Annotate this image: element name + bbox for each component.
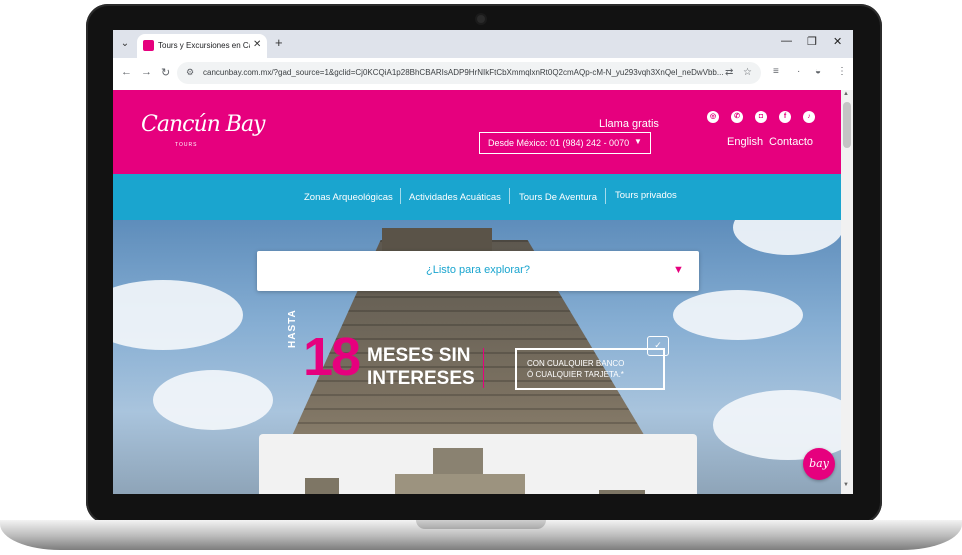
minimize-button[interactable]: — bbox=[781, 35, 792, 47]
ruin-image bbox=[599, 490, 645, 494]
tab-search-button[interactable]: ⌄ bbox=[117, 36, 133, 52]
promo-main-text: MESES SIN INTERESES bbox=[367, 345, 475, 389]
site-header: Cancún Bay TOURS Llama gratis Desde Méxi… bbox=[113, 90, 841, 174]
tab-bar: ⌄ Tours y Excursiones en Cancun ✕ + — ❐ … bbox=[113, 30, 853, 58]
close-window-button[interactable]: ✕ bbox=[833, 35, 842, 48]
extensions-icon[interactable]: · bbox=[797, 66, 800, 77]
ruin-image bbox=[305, 478, 339, 494]
tab-close-icon[interactable]: ✕ bbox=[253, 39, 261, 50]
cloud bbox=[153, 370, 273, 430]
chat-button[interactable]: bay bbox=[803, 448, 835, 480]
whatsapp-icon[interactable]: ✆ bbox=[731, 111, 743, 123]
translate-icon[interactable]: ⇄ bbox=[725, 67, 733, 78]
bookmark-star-icon[interactable]: ☆ bbox=[743, 67, 752, 78]
explore-dropdown[interactable]: ¿Listo para explorar? ▼ bbox=[257, 251, 699, 291]
facebook-icon[interactable]: f bbox=[779, 111, 791, 123]
website: Cancún Bay TOURS Llama gratis Desde Méxi… bbox=[113, 90, 841, 494]
tiktok-icon[interactable]: ♪ bbox=[803, 111, 815, 123]
back-button[interactable]: ← bbox=[121, 66, 132, 78]
forward-button[interactable]: → bbox=[141, 66, 152, 78]
nav-divider bbox=[605, 188, 606, 204]
logo-subtext: TOURS bbox=[175, 142, 198, 148]
credit-card-check-icon: ✓ bbox=[647, 336, 669, 356]
menu-icon[interactable]: ⋮ bbox=[837, 66, 847, 77]
caret-down-icon: ▼ bbox=[673, 264, 684, 276]
tab-title: Tours y Excursiones en Cancun bbox=[158, 41, 250, 50]
nav-item-acuaticas[interactable]: Actividades Acuáticas bbox=[409, 192, 501, 203]
favicon-icon bbox=[143, 40, 154, 51]
page-scrollbar[interactable]: ▲ ▼ bbox=[841, 90, 853, 494]
content-card bbox=[259, 434, 697, 494]
phone-select[interactable]: Desde México: 01 (984) 242 - 0070 ▼ bbox=[479, 132, 651, 154]
webcam bbox=[477, 15, 485, 23]
site-info-icon[interactable]: ⚙ bbox=[186, 67, 194, 78]
promo-hasta: HASTA bbox=[287, 309, 298, 348]
cloud bbox=[113, 280, 243, 350]
hero-banner: ¿Listo para explorar? ▼ HASTA 18 MESES S… bbox=[113, 220, 841, 494]
laptop-notch bbox=[416, 520, 546, 529]
nav-divider bbox=[509, 188, 510, 204]
browser-toolbar: ← → ↻ ⚙ cancunbay.com.mx/?gad_source=1&g… bbox=[113, 58, 853, 90]
scroll-up-icon[interactable]: ▲ bbox=[843, 91, 849, 97]
main-nav: Zonas Arqueológicas Actividades Acuática… bbox=[113, 174, 841, 220]
promo-card-box: CON CUALQUIER BANCO Ó CUALQUIER TARJETA.… bbox=[515, 348, 665, 390]
tripadvisor-icon[interactable]: ◎ bbox=[707, 111, 719, 123]
ruin-image bbox=[395, 474, 525, 494]
url-text[interactable]: cancunbay.com.mx/?gad_source=1&gclid=Cj0… bbox=[203, 67, 723, 79]
logo-text: Cancún Bay bbox=[141, 112, 265, 137]
new-tab-button[interactable]: + bbox=[275, 36, 283, 50]
active-tab[interactable]: Tours y Excursiones en Cancun ✕ bbox=[137, 34, 267, 58]
nav-item-zonas[interactable]: Zonas Arqueológicas bbox=[304, 192, 393, 203]
reload-button[interactable]: ↻ bbox=[161, 66, 170, 79]
profile-icon[interactable]: ◒ bbox=[815, 66, 821, 77]
contact-link[interactable]: Contacto bbox=[769, 136, 813, 148]
language-link[interactable]: English bbox=[727, 136, 763, 148]
chevron-down-icon: ▼ bbox=[634, 137, 642, 146]
promo-divider bbox=[483, 348, 484, 388]
promo-card-text: CON CUALQUIER BANCO Ó CUALQUIER TARJETA.… bbox=[527, 359, 625, 379]
call-label: Llama gratis bbox=[599, 118, 659, 130]
browser-window: ⌄ Tours y Excursiones en Cancun ✕ + — ❐ … bbox=[113, 30, 853, 494]
phone-text: Desde México: 01 (984) 242 - 0070 bbox=[488, 138, 630, 148]
scroll-down-icon[interactable]: ▼ bbox=[843, 482, 849, 488]
promo-number: 18 bbox=[303, 327, 361, 387]
instagram-icon[interactable]: ◘ bbox=[755, 111, 767, 123]
scroll-thumb[interactable] bbox=[843, 102, 851, 148]
address-bar[interactable]: ⚙ cancunbay.com.mx/?gad_source=1&gclid=C… bbox=[177, 62, 761, 84]
explore-label: ¿Listo para explorar? bbox=[426, 264, 530, 276]
restore-button[interactable]: ❐ bbox=[807, 35, 817, 48]
site-logo[interactable]: Cancún Bay TOURS bbox=[141, 108, 265, 154]
nav-divider bbox=[400, 188, 401, 204]
nav-item-privados[interactable]: Tours privados bbox=[615, 190, 677, 201]
media-controls-icon[interactable]: ≡ bbox=[773, 66, 779, 77]
cloud bbox=[733, 220, 841, 255]
cloud bbox=[673, 290, 803, 340]
nav-item-aventura[interactable]: Tours De Aventura bbox=[519, 192, 597, 203]
